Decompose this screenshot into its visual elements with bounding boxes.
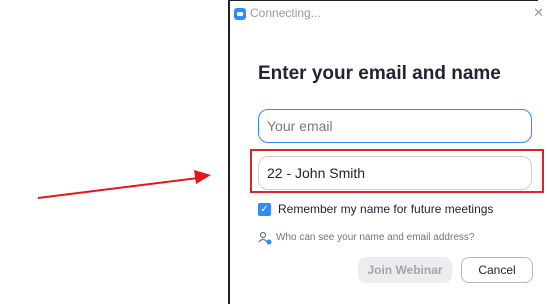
app-icon (234, 8, 246, 20)
window-title: Connecting... (250, 6, 321, 20)
check-icon: ✓ (260, 204, 269, 215)
users-info-icon (258, 231, 272, 245)
email-input[interactable] (258, 109, 532, 143)
arrow-shaft (37, 177, 199, 199)
title-bar: Connecting... ✕ (230, 1, 544, 27)
join-webinar-button[interactable]: Join Webinar (358, 257, 452, 283)
cancel-button[interactable]: Cancel (461, 257, 533, 283)
remember-checkbox[interactable]: ✓ (258, 203, 271, 216)
close-icon[interactable]: ✕ (533, 5, 544, 21)
name-input[interactable] (258, 156, 532, 190)
join-dialog: Connecting... ✕ Enter your email and nam… (228, 0, 544, 304)
privacy-info-link[interactable]: Who can see your name and email address? (276, 232, 474, 243)
arrow-icon (194, 170, 211, 184)
dialog-heading: Enter your email and name (258, 63, 501, 84)
remember-label[interactable]: Remember my name for future meetings (278, 202, 493, 216)
